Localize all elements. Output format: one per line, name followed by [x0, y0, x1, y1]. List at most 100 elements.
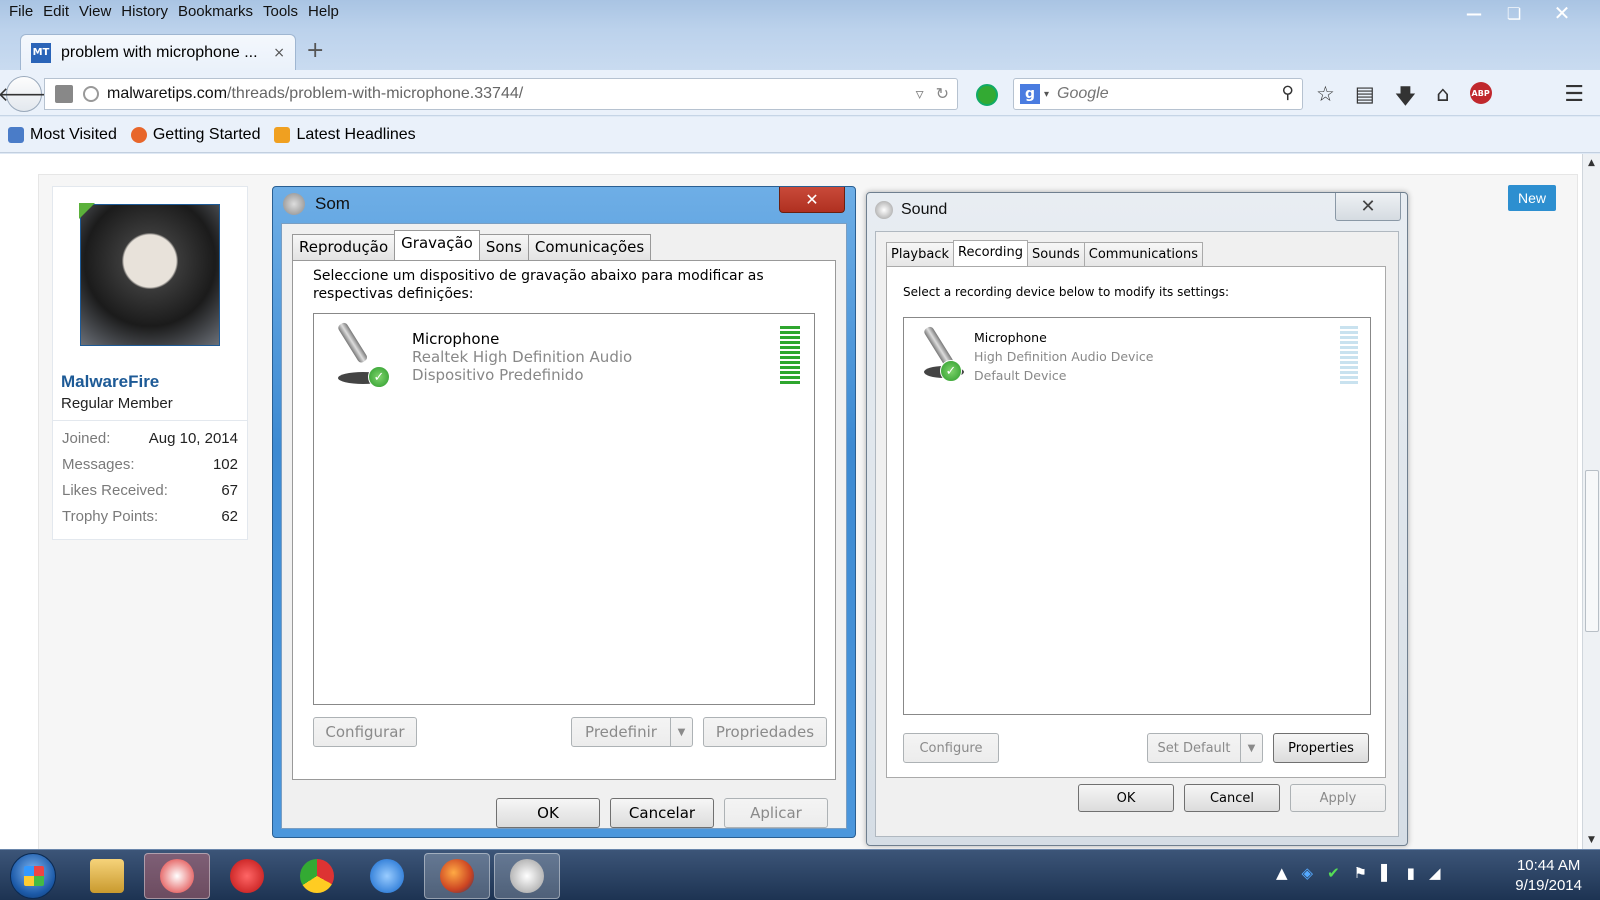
download-icon[interactable]: 🡇 — [1395, 82, 1417, 117]
scroll-down-icon[interactable]: ▼ — [1588, 835, 1595, 845]
address-bar[interactable]: malwaretips.com/threads/problem-with-mic… — [44, 78, 958, 110]
som-properties-button[interactable]: Propriedades — [703, 717, 827, 747]
taskbar-chrome[interactable] — [284, 853, 350, 899]
sound-properties-button[interactable]: Properties — [1273, 733, 1369, 763]
start-button[interactable] — [10, 853, 56, 899]
navigation-bar: 🡐 malwaretips.com/threads/problem-with-m… — [0, 70, 1600, 116]
url-text: malwaretips.com/threads/problem-with-mic… — [107, 85, 523, 103]
menu-history[interactable]: History — [116, 3, 173, 20]
sound-set-default-button[interactable]: Set Default ▼ — [1147, 733, 1263, 763]
menu-bookmarks[interactable]: Bookmarks — [173, 3, 258, 20]
bookmark-label: Latest Headlines — [296, 125, 416, 143]
tab-comunicacoes[interactable]: Comunicações — [527, 234, 652, 260]
search-engine-icon[interactable]: g — [1020, 84, 1040, 104]
speaker-icon — [875, 201, 893, 219]
bookmark-label: Most Visited — [30, 125, 117, 143]
browser-tab[interactable]: MT problem with microphone ... × — [20, 34, 296, 70]
malwarebytes-icon[interactable]: ◈ — [1302, 864, 1314, 882]
taskbar-snipping-tool[interactable] — [144, 853, 210, 899]
sound-body: Playback Recording Sounds Communications… — [875, 231, 1399, 837]
scroll-thumb[interactable] — [1585, 470, 1599, 632]
som-close-button[interactable]: ✕ — [779, 187, 845, 213]
username-link[interactable]: MalwareFire — [61, 372, 159, 392]
default-check-icon: ✓ — [368, 366, 390, 388]
new-badge[interactable]: New — [1508, 185, 1556, 211]
bookmark-star-icon[interactable]: ☆ — [1316, 82, 1335, 117]
tab-sounds[interactable]: Sounds — [1027, 242, 1085, 266]
adblock-icon[interactable]: ABP — [1469, 82, 1492, 104]
taskbar-firefox[interactable] — [424, 853, 490, 899]
clock[interactable]: 10:44 AM 9/19/2014 — [1515, 856, 1582, 896]
taskbar-sound[interactable] — [494, 853, 560, 899]
sound-ok-button[interactable]: OK — [1078, 784, 1174, 812]
taskbar-internet-explorer[interactable] — [354, 853, 420, 899]
taskbar-pokerstars[interactable] — [214, 853, 280, 899]
sound-cancel-button[interactable]: Cancel — [1184, 784, 1280, 812]
dropdown-icon[interactable]: ▿ — [916, 84, 924, 103]
title-bar: File Edit View History Bookmarks Tools H… — [0, 0, 1600, 30]
sound-device-item[interactable]: ✓ Microphone High Definition Audio Devic… — [908, 324, 1153, 386]
volume-icon[interactable]: ◢ — [1429, 864, 1441, 882]
avatar[interactable] — [79, 203, 220, 346]
restore-button[interactable]: ❏ — [1494, 0, 1534, 26]
tab-strip: MT problem with microphone ... × — [0, 30, 1600, 70]
show-hidden-icons-icon[interactable]: ▲ — [1276, 864, 1288, 882]
engine-dropdown-icon[interactable]: ▾ — [1044, 89, 1049, 100]
menu-edit[interactable]: Edit — [38, 3, 74, 20]
bookmark-most-visited[interactable]: Most Visited — [8, 126, 117, 144]
online-indicator — [79, 203, 95, 219]
security-check-icon[interactable]: ✔ — [1327, 864, 1340, 882]
stat-label: Trophy Points: — [62, 507, 159, 525]
battery-icon[interactable]: ▮ — [1407, 864, 1415, 882]
som-ok-button[interactable]: OK — [496, 798, 600, 828]
tab-recording[interactable]: Recording — [953, 240, 1029, 266]
action-center-flag-icon[interactable]: ⚑ — [1354, 864, 1367, 882]
network-signal-icon[interactable]: ▌ — [1381, 864, 1393, 882]
stat-row: Messages: 102 — [62, 451, 238, 477]
tab-communications[interactable]: Communications — [1083, 242, 1204, 266]
set-default-dropdown-icon[interactable]: ▼ — [670, 718, 692, 746]
menu-help[interactable]: Help — [303, 3, 344, 20]
page-info-icon[interactable] — [55, 85, 73, 103]
reload-icon[interactable]: ↻ — [936, 84, 949, 103]
home-icon[interactable]: ⌂ — [1436, 82, 1449, 117]
taskbar-explorer[interactable] — [74, 853, 140, 899]
search-icon[interactable]: ⚲ — [1282, 83, 1294, 103]
tab-close-button[interactable]: × — [273, 45, 285, 61]
menu-view[interactable]: View — [74, 3, 116, 20]
bookmark-latest-headlines[interactable]: Latest Headlines — [274, 125, 416, 144]
tab-gravacao[interactable]: Gravação — [394, 230, 480, 260]
back-button[interactable]: 🡐 — [0, 76, 51, 112]
minimize-button[interactable]: — — [1454, 0, 1494, 26]
tab-sons[interactable]: Sons — [478, 234, 529, 260]
som-set-default-button[interactable]: Predefinir ▼ — [571, 717, 693, 747]
tab-reproducao[interactable]: Reprodução — [292, 234, 396, 260]
search-bar[interactable]: g ▾ ⚲ — [1013, 78, 1303, 110]
som-configure-button[interactable]: Configurar — [313, 717, 417, 747]
som-cancel-button[interactable]: Cancelar — [610, 798, 714, 828]
user-stats: Joined: Aug 10, 2014 Messages: 102 Likes R… — [52, 420, 248, 533]
tab-playback[interactable]: Playback — [886, 242, 955, 266]
sound-panel: Select a recording device below to modif… — [886, 266, 1386, 778]
sound-device-list[interactable]: ✓ Microphone High Definition Audio Devic… — [903, 317, 1371, 715]
bookmark-getting-started[interactable]: Getting Started — [130, 126, 260, 144]
new-tab-button[interactable]: + — [306, 38, 324, 63]
menu-file[interactable]: File — [4, 3, 38, 20]
sound-configure-button[interactable]: Configure — [903, 733, 999, 763]
sound-apply-button[interactable]: Apply — [1290, 784, 1386, 812]
addon-icon[interactable] — [976, 84, 998, 106]
stat-row: Joined: Aug 10, 2014 — [62, 425, 238, 451]
som-device-item[interactable]: ✓ Microphone Realtek High Definition Aud… — [322, 320, 632, 392]
search-input[interactable] — [1057, 85, 1268, 103]
som-device-list[interactable]: ✓ Microphone Realtek High Definition Aud… — [313, 313, 815, 705]
menu-tools[interactable]: Tools — [258, 3, 303, 20]
reading-list-icon[interactable]: ▤ — [1355, 82, 1375, 117]
page-scrollbar[interactable]: ▲ ▼ — [1582, 154, 1600, 849]
scroll-up-icon[interactable]: ▲ — [1588, 158, 1595, 168]
close-window-button[interactable]: ✕ — [1534, 0, 1590, 26]
menu-hamburger-icon[interactable]: ☰ — [1564, 82, 1584, 107]
internet-explorer-icon — [370, 859, 404, 893]
set-default-dropdown-icon[interactable]: ▼ — [1240, 734, 1262, 762]
sound-close-button[interactable]: ✕ — [1335, 193, 1401, 221]
som-apply-button[interactable]: Aplicar — [724, 798, 828, 828]
